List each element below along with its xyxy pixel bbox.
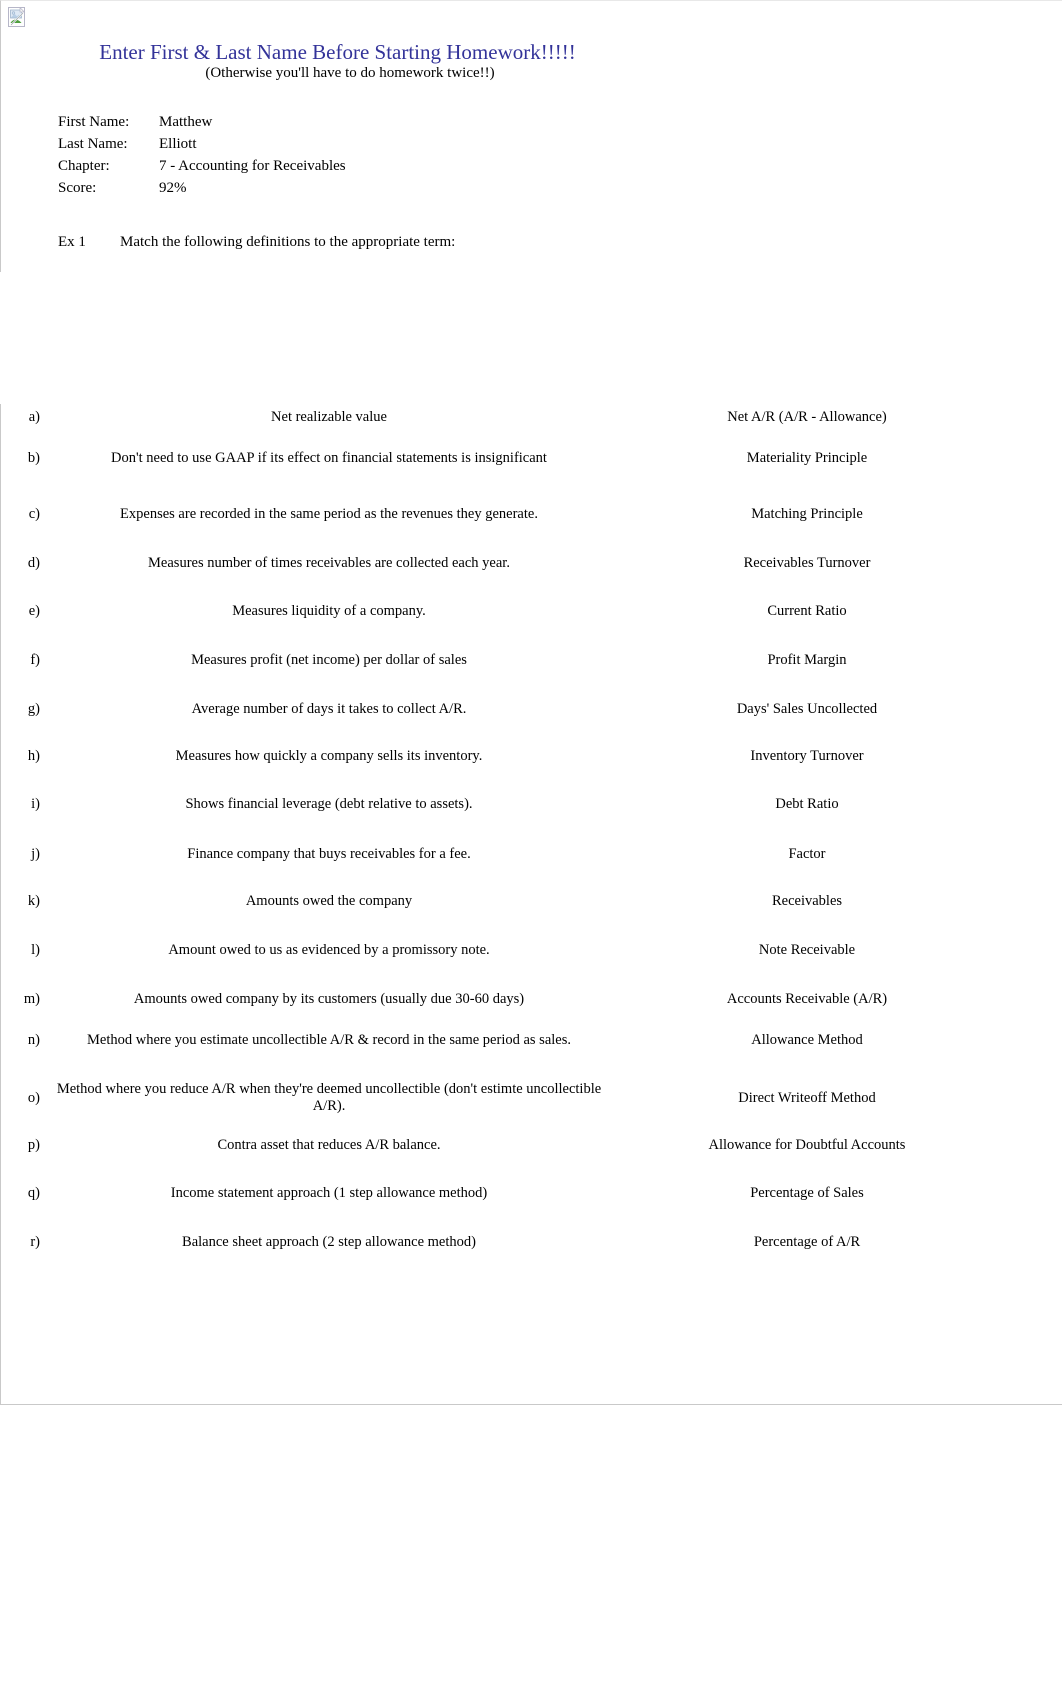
matching-row-term[interactable]: Days' Sales Uncollected bbox=[614, 701, 1000, 718]
matching-row-letter: g) bbox=[27, 701, 40, 717]
matching-row-definition: Income statement approach (1 step allowa… bbox=[170, 1185, 488, 1201]
matching-row-definition: Measures how quickly a company sells its… bbox=[175, 748, 483, 764]
last-name-label: Last Name: bbox=[58, 136, 128, 152]
matching-row-definition: Average number of days it takes to colle… bbox=[191, 701, 467, 717]
exercise-heading: Ex 1 Match the following definitions to … bbox=[58, 234, 455, 251]
matching-row: g) Average number of days it takes to col… bbox=[0, 701, 1000, 718]
matching-row-term[interactable]: Receivables bbox=[614, 893, 1000, 910]
matching-row: n) Method where you estimate uncollectibl… bbox=[0, 1032, 1000, 1049]
matching-row-definition: Measures profit (net income) per dollar … bbox=[191, 652, 467, 668]
matching-row-letter: q) bbox=[27, 1185, 40, 1201]
matching-row-letter: b) bbox=[27, 450, 40, 466]
matching-row-term[interactable]: Note Receivable bbox=[614, 942, 1000, 959]
matching-row: h) Measures how quickly a company sells i… bbox=[0, 748, 1000, 765]
matching-row-term[interactable]: Matching Principle bbox=[614, 506, 1000, 523]
matching-row-definition: Shows financial leverage (debt relative … bbox=[185, 796, 473, 812]
page-title: Enter First & Last Name Before Starting … bbox=[99, 40, 576, 64]
page-subtitle: (Otherwise you'll have to do homework tw… bbox=[205, 65, 495, 81]
matching-row-definition: Finance company that buys receivables fo… bbox=[187, 846, 471, 862]
matching-row-letter: r) bbox=[30, 1234, 40, 1250]
matching-row-term[interactable]: Percentage of A/R bbox=[614, 1234, 1000, 1251]
matching-row-letter: m) bbox=[23, 991, 40, 1007]
matching-row: o) Method where you reduce A/R when they'… bbox=[0, 1081, 1000, 1115]
matching-row: k) Amounts owed the company Receivables bbox=[0, 893, 1000, 910]
matching-row: c) Expenses are recorded in the same peri… bbox=[0, 506, 1000, 523]
matching-row: r) Balance sheet approach (2 step allowan… bbox=[0, 1234, 1000, 1251]
matching-row-term[interactable]: Accounts Receivable (A/R) bbox=[614, 991, 1000, 1008]
matching-row-definition: Method where you estimate uncollectible … bbox=[86, 1032, 571, 1048]
matching-row-definition: Expenses are recorded in the same period… bbox=[120, 506, 538, 522]
info-row-last-name: Last Name: Elliott bbox=[58, 133, 346, 155]
matching-row-definition: Net realizable value bbox=[271, 409, 387, 425]
matching-row: q) Income statement approach (1 step allo… bbox=[0, 1185, 1000, 1202]
last-name-value[interactable]: Elliott bbox=[159, 133, 197, 155]
matching-row: p) Contra asset that reduces A/R balance.… bbox=[0, 1137, 1000, 1154]
matching-row: m) Amounts owed company by its customers … bbox=[0, 991, 1000, 1008]
matching-row-letter: i) bbox=[31, 796, 40, 812]
matching-row-letter: e) bbox=[28, 603, 40, 619]
matching-row: e) Measures liquidity of a company. Curren… bbox=[0, 603, 1000, 620]
matching-row-term[interactable]: Factor bbox=[614, 846, 1000, 863]
matching-row-term[interactable]: Inventory Turnover bbox=[614, 748, 1000, 765]
info-row-chapter: Chapter: 7 - Accounting for Receivables bbox=[58, 155, 346, 177]
matching-row-letter: l) bbox=[31, 942, 40, 958]
broken-image-icon bbox=[8, 6, 28, 28]
matching-row-term[interactable]: Materiality Principle bbox=[614, 450, 1000, 467]
chapter-value[interactable]: 7 - Accounting for Receivables bbox=[159, 155, 346, 177]
matching-row-letter: c) bbox=[28, 506, 40, 522]
matching-row-definition: Method where you reduce A/R when they're… bbox=[56, 1081, 602, 1114]
matching-row-letter: p) bbox=[27, 1137, 40, 1153]
matching-row-definition: Don't need to use GAAP if its effect on … bbox=[111, 450, 547, 466]
matching-row-term[interactable]: Current Ratio bbox=[614, 603, 1000, 620]
matching-row-letter: n) bbox=[27, 1032, 40, 1048]
worksheet-page: Enter First & Last Name Before Starting … bbox=[0, 0, 1062, 1700]
matching-row-term[interactable]: Net A/R (A/R - Allowance) bbox=[614, 409, 1000, 426]
score-value: 92% bbox=[159, 180, 187, 196]
matching-row: l) Amount owed to us as evidenced by a pr… bbox=[0, 942, 1000, 959]
exercise-instruction: Match the following definitions to the a… bbox=[120, 234, 456, 250]
matching-row: i) Shows financial leverage (debt relativ… bbox=[0, 796, 1000, 813]
matching-row: b) Don't need to use GAAP if its effect o… bbox=[0, 450, 1000, 467]
matching-row-definition: Amount owed to us as evidenced by a prom… bbox=[168, 942, 490, 958]
page-bottom-divider bbox=[0, 1404, 1062, 1405]
matching-row-letter: k) bbox=[27, 893, 40, 909]
matching-row-letter: o) bbox=[27, 1089, 40, 1106]
matching-row: d) Measures number of times receivables a… bbox=[0, 555, 1000, 572]
matching-row: f) Measures profit (net income) per dolla… bbox=[0, 652, 1000, 669]
matching-row-term[interactable]: Percentage of Sales bbox=[614, 1185, 1000, 1202]
matching-row-term[interactable]: Receivables Turnover bbox=[614, 555, 1000, 572]
info-row-first-name: First Name: Matthew bbox=[58, 111, 346, 133]
matching-row-definition: Amounts owed company by its customers (u… bbox=[133, 991, 525, 1007]
matching-row-definition: Contra asset that reduces A/R balance. bbox=[217, 1137, 441, 1153]
matching-row-term[interactable]: Allowance Method bbox=[614, 1032, 1000, 1049]
matching-row-letter: f) bbox=[30, 652, 40, 668]
matching-row-letter: d) bbox=[27, 555, 40, 571]
score-label: Score: bbox=[58, 180, 97, 196]
matching-row-term[interactable]: Debt Ratio bbox=[614, 796, 1000, 813]
matching-row: j) Finance company that buys receivables … bbox=[0, 846, 1000, 863]
matching-row: a) Net realizable value Net A/R (A/R - All… bbox=[0, 409, 1000, 426]
matching-row-term[interactable]: Allowance for Doubtful Accounts bbox=[614, 1137, 1000, 1154]
matching-row-definition: Balance sheet approach (2 step allowance… bbox=[182, 1234, 476, 1250]
matching-row-definition: Amounts owed the company bbox=[245, 893, 413, 909]
matching-row-letter: a) bbox=[28, 409, 40, 425]
matching-row-definition: Measures liquidity of a company. bbox=[232, 603, 426, 619]
matching-row-definition: Measures number of times receivables are… bbox=[148, 555, 510, 571]
matching-row-letter: j) bbox=[31, 846, 40, 862]
info-row-score: Score: 92% bbox=[58, 177, 346, 199]
matching-row-term[interactable]: Profit Margin bbox=[614, 652, 1000, 669]
exercise-number: Ex 1 bbox=[58, 234, 86, 250]
student-info: First Name: Matthew Last Name: Elliott C… bbox=[58, 111, 346, 199]
matching-row-letter: h) bbox=[27, 748, 40, 764]
chapter-label: Chapter: bbox=[58, 158, 110, 174]
matching-row-term[interactable]: Direct Writeoff Method bbox=[614, 1090, 1000, 1107]
first-name-value[interactable]: Matthew bbox=[159, 111, 212, 133]
first-name-label: First Name: bbox=[58, 114, 130, 130]
